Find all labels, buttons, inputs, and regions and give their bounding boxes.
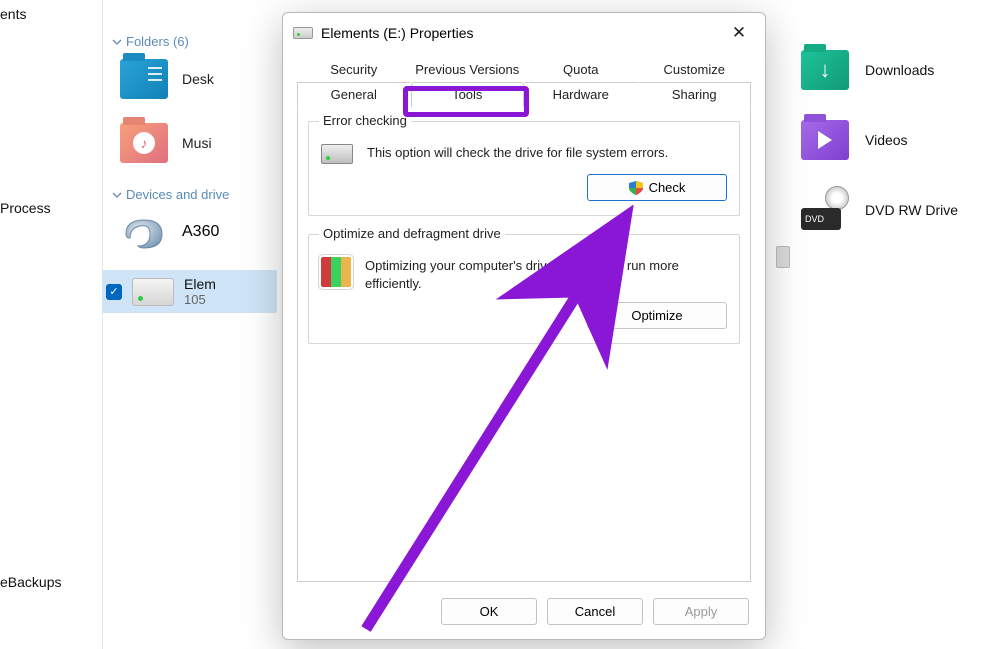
folder-desktop[interactable]: Desk bbox=[120, 59, 290, 99]
folder-videos[interactable]: Videos bbox=[801, 120, 981, 160]
check-button-label: Check bbox=[649, 180, 686, 195]
drive-subtext: 105 bbox=[184, 292, 216, 307]
music-label: Musi bbox=[182, 135, 212, 151]
drive-icon-small bbox=[293, 27, 313, 39]
error-checking-group: Error checking This option will check th… bbox=[308, 121, 740, 216]
tab-hardware[interactable]: Hardware bbox=[524, 82, 638, 107]
dvd-badge: DVD bbox=[801, 208, 841, 230]
a360-label: A360 bbox=[182, 223, 219, 241]
a360-icon bbox=[120, 212, 168, 252]
hard-drive-icon bbox=[321, 144, 353, 164]
tab-sharing[interactable]: Sharing bbox=[638, 82, 752, 107]
videos-label: Videos bbox=[865, 132, 908, 148]
devices-section-header[interactable]: Devices and drive bbox=[112, 187, 290, 202]
titlebar[interactable]: Elements (E:) Properties ✕ bbox=[283, 13, 765, 53]
error-checking-desc: This option will check the drive for fil… bbox=[367, 144, 727, 164]
error-checking-title: Error checking bbox=[319, 113, 411, 128]
close-button[interactable]: ✕ bbox=[723, 21, 755, 45]
scrollbar-track[interactable] bbox=[776, 246, 790, 268]
tab-strip: Security Previous Versions Quota Customi… bbox=[283, 53, 765, 107]
optimize-button-label: Optimize bbox=[631, 308, 682, 323]
downloads-label: Downloads bbox=[865, 62, 934, 78]
tab-general[interactable]: General bbox=[297, 82, 411, 107]
apply-button: Apply bbox=[653, 598, 749, 625]
content-area-right: ↓ Downloads Videos DVD DVD RW Drive bbox=[801, 50, 981, 260]
chevron-down-icon bbox=[112, 37, 122, 47]
drive-a360[interactable]: A360 bbox=[120, 212, 290, 252]
downloads-folder-icon: ↓ bbox=[801, 50, 849, 90]
tab-security[interactable]: Security bbox=[297, 57, 411, 82]
hard-drive-icon bbox=[132, 278, 174, 306]
shield-icon bbox=[629, 181, 643, 195]
cancel-button[interactable]: Cancel bbox=[547, 598, 643, 625]
divider bbox=[102, 0, 103, 649]
nav-item-process[interactable]: Process bbox=[0, 196, 105, 220]
optimize-title: Optimize and defragment drive bbox=[319, 226, 505, 241]
chevron-down-icon bbox=[112, 190, 122, 200]
folder-downloads[interactable]: ↓ Downloads bbox=[801, 50, 981, 90]
dialog-footer: OK Cancel Apply bbox=[283, 590, 765, 639]
nav-tree: ents Process eBackups bbox=[0, 0, 105, 649]
properties-dialog: Elements (E:) Properties ✕ Security Prev… bbox=[282, 12, 766, 640]
desktop-folder-icon bbox=[120, 59, 168, 99]
dvd-drive-icon: DVD bbox=[801, 190, 849, 230]
nav-item-backups[interactable]: eBackups bbox=[0, 570, 105, 594]
devices-header-label: Devices and drive bbox=[126, 187, 229, 202]
folders-section-header[interactable]: Folders (6) bbox=[112, 34, 290, 49]
optimize-button[interactable]: Optimize bbox=[587, 302, 727, 329]
music-folder-icon: ♪ bbox=[120, 123, 168, 163]
desktop-label: Desk bbox=[182, 71, 214, 87]
nav-item-documents[interactable]: ents bbox=[0, 2, 105, 26]
dvd-label: DVD RW Drive bbox=[865, 202, 958, 218]
defrag-icon bbox=[321, 257, 351, 287]
content-area: Folders (6) Desk ♪ Musi Devices and driv… bbox=[120, 30, 290, 313]
optimize-group: Optimize and defragment drive Optimizing… bbox=[308, 234, 740, 344]
ok-button[interactable]: OK bbox=[441, 598, 537, 625]
tab-customize[interactable]: Customize bbox=[638, 57, 752, 82]
tab-quota[interactable]: Quota bbox=[524, 57, 638, 82]
tools-tab-content: Error checking This option will check th… bbox=[297, 107, 751, 582]
drive-name: Elem bbox=[184, 276, 216, 292]
tab-previous-versions[interactable]: Previous Versions bbox=[411, 57, 525, 82]
drive-checkbox[interactable]: ✓ bbox=[106, 284, 122, 300]
drive-dvd[interactable]: DVD DVD RW Drive bbox=[801, 190, 981, 230]
folder-music[interactable]: ♪ Musi bbox=[120, 123, 290, 163]
videos-folder-icon bbox=[801, 120, 849, 160]
check-button[interactable]: Check bbox=[587, 174, 727, 201]
optimize-desc: Optimizing your computer's drives can he… bbox=[365, 257, 727, 292]
dialog-title: Elements (E:) Properties bbox=[321, 25, 715, 41]
folders-header-label: Folders (6) bbox=[126, 34, 189, 49]
drive-elements-selected[interactable]: ✓ Elem 105 bbox=[102, 270, 277, 313]
tab-tools[interactable]: Tools bbox=[411, 82, 525, 107]
